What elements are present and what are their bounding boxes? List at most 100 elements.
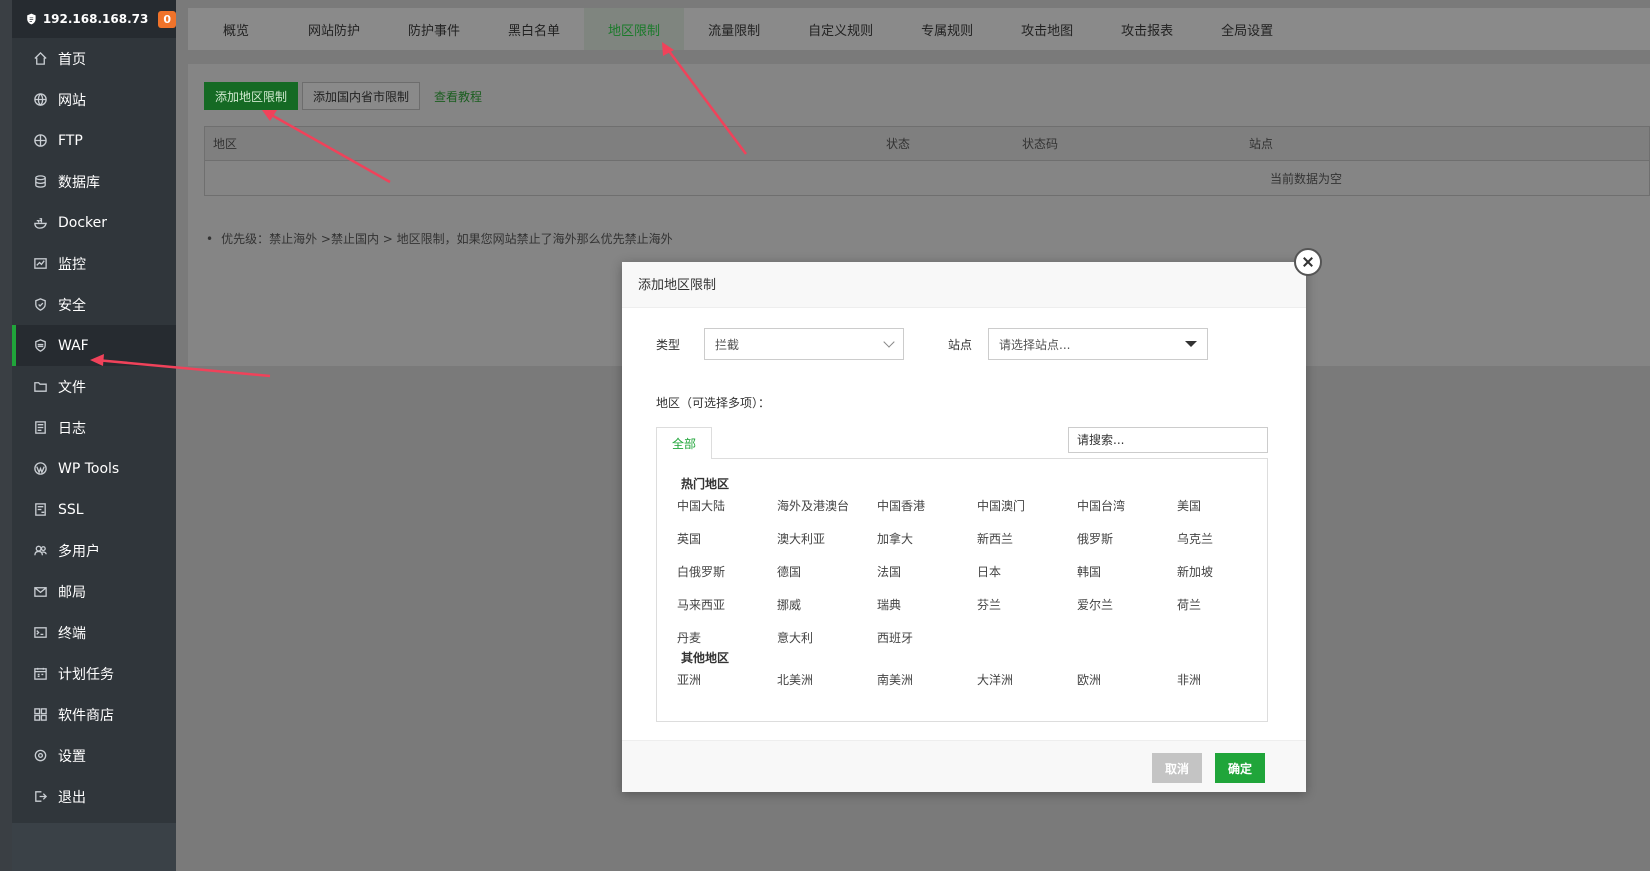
window-edge (0, 0, 12, 871)
sidebar-item-日志[interactable]: 日志 (12, 407, 176, 448)
col-status: 状态 (886, 137, 911, 151)
sidebar-header: 192.168.168.73 0 (12, 0, 176, 38)
tab-0[interactable]: 概览 (188, 8, 284, 50)
sidebar-item-label: 软件商店 (58, 707, 114, 724)
region-option[interactable]: 欧洲 (1077, 663, 1177, 696)
sidebar-item-计划任务[interactable]: 计划任务 (12, 653, 176, 694)
site-select[interactable]: 请选择站点... (988, 328, 1209, 360)
docker-icon (32, 215, 48, 231)
region-option[interactable]: 澳大利亚 (777, 522, 877, 555)
confirm-button[interactable]: 确定 (1215, 753, 1265, 783)
tab-4[interactable]: 地区限制 (584, 8, 685, 50)
region-option[interactable]: 美国 (1177, 489, 1277, 522)
region-option[interactable]: 韩国 (1077, 555, 1177, 588)
logout-icon (32, 789, 48, 805)
sidebar-item-label: 邮局 (58, 584, 86, 601)
region-option[interactable]: 日本 (977, 555, 1077, 588)
tab-6[interactable]: 自定义规则 (784, 8, 897, 50)
add-region-modal: 添加地区限制 类型 拦截 站点 请选择站点... 地区（可选择多项）： 全部 热… (622, 248, 1322, 792)
region-option[interactable]: 海外及港澳台 (777, 489, 877, 522)
sidebar-item-ftp[interactable]: FTP (12, 120, 176, 161)
region-option[interactable]: 非洲 (1177, 663, 1277, 696)
monitor-icon (32, 256, 48, 272)
table-header: 地区 状态 状态码 站点 (205, 127, 1649, 161)
sidebar-item-label: 安全 (58, 297, 86, 314)
region-option[interactable]: 荷兰 (1177, 588, 1277, 621)
region-option[interactable]: 白俄罗斯 (677, 555, 777, 588)
sidebar-item-网站[interactable]: 网站 (12, 79, 176, 120)
sidebar-item-wp-tools[interactable]: WP Tools (12, 448, 176, 489)
region-option[interactable]: 俄罗斯 (1077, 522, 1177, 555)
region-option[interactable]: 法国 (877, 555, 977, 588)
sidebar-item-label: WP Tools (58, 460, 120, 477)
sidebar-item-waf[interactable]: WAF (12, 325, 176, 366)
sidebar-item-监控[interactable]: 监控 (12, 243, 176, 284)
region-option[interactable]: 意大利 (777, 621, 877, 654)
sidebar-item-退出[interactable]: 退出 (12, 776, 176, 817)
region-option[interactable]: 爱尔兰 (1077, 588, 1177, 621)
region-option[interactable]: 瑞典 (877, 588, 977, 621)
region-option[interactable]: 北美洲 (777, 663, 877, 696)
region-option[interactable]: 新西兰 (977, 522, 1077, 555)
region-option[interactable]: 加拿大 (877, 522, 977, 555)
sidebar-item-软件商店[interactable]: 软件商店 (12, 694, 176, 735)
sidebar-item-安全[interactable]: 安全 (12, 284, 176, 325)
region-option[interactable]: 乌克兰 (1177, 522, 1277, 555)
region-option[interactable]: 马来西亚 (677, 588, 777, 621)
sidebar-item-首页[interactable]: 首页 (12, 38, 176, 79)
hot-regions-grid: 中国大陆 海外及港澳台 中国香港 中国澳门 中国台湾 美国英国 澳大利亚 加拿大 新西兰 俄罗斯乌… (677, 489, 1277, 654)
sidebar-item-docker[interactable]: Docker (12, 202, 176, 243)
region-option[interactable]: 中国台湾 (1077, 489, 1177, 522)
region-option[interactable]: 芬兰 (977, 588, 1077, 621)
tab-10[interactable]: 全局设置 (1197, 8, 1297, 50)
mail-icon (32, 584, 48, 600)
sidebar-item-label: 计划任务 (58, 666, 114, 683)
close-icon[interactable] (1294, 248, 1322, 276)
tab-2[interactable]: 防护事件 (384, 8, 484, 50)
priority-tip: 优先级：禁止海外 >禁止国内 > 地区限制，如果您网站禁止了海外那么优先禁止海外 (206, 230, 673, 247)
tab-7[interactable]: 专属规则 (897, 8, 997, 50)
tab-9[interactable]: 攻击报表 (1097, 8, 1197, 50)
type-label: 类型 (656, 337, 681, 352)
region-panel: 热门地区 中国大陆 海外及港澳台 中国香港 中国澳门 中国台湾 美国 英国 澳大利亚 加拿大 新西… (656, 458, 1268, 722)
sidebar-item-设置[interactable]: 设置 (12, 735, 176, 776)
col-status-code: 状态码 (1022, 137, 1059, 151)
notification-badge[interactable]: 0 (158, 10, 176, 28)
site-label: 站点 (948, 337, 973, 352)
sidebar-item-ssl[interactable]: SSL (12, 489, 176, 530)
region-option[interactable]: 中国澳门 (977, 489, 1077, 522)
region-option[interactable]: 中国大陆 (677, 489, 777, 522)
terminal-icon (32, 625, 48, 641)
folder-icon (32, 379, 48, 395)
sidebar-item-邮局[interactable]: 邮局 (12, 571, 176, 612)
region-option[interactable]: 西班牙 (877, 621, 977, 654)
region-option[interactable]: 南美洲 (877, 663, 977, 696)
sidebar-item-label: 退出 (58, 789, 86, 806)
sidebar-item-label: 终端 (58, 625, 86, 642)
add-province-limit-button[interactable]: 添加国内省市限制 (302, 82, 421, 110)
region-option[interactable]: 亚洲 (677, 663, 777, 696)
modal-footer: 取消 确定 (622, 740, 1306, 792)
tab-8[interactable]: 攻击地图 (997, 8, 1097, 50)
tab-1[interactable]: 网站防护 (284, 8, 384, 50)
cancel-button[interactable]: 取消 (1152, 753, 1202, 783)
region-option[interactable]: 中国香港 (877, 489, 977, 522)
tab-3[interactable]: 黑白名单 (484, 8, 584, 50)
sidebar-item-终端[interactable]: 终端 (12, 612, 176, 653)
region-option[interactable]: 挪威 (777, 588, 877, 621)
region-option[interactable]: 德国 (777, 555, 877, 588)
region-search-input[interactable] (1068, 427, 1268, 453)
tab-5[interactable]: 流量限制 (684, 8, 784, 50)
region-option[interactable]: 英国 (677, 522, 777, 555)
region-option[interactable]: 新加坡 (1177, 555, 1277, 588)
sidebar-item-多用户[interactable]: 多用户 (12, 530, 176, 571)
type-select[interactable]: 拦截 (704, 328, 905, 360)
sidebar-item-label: FTP (58, 132, 83, 149)
add-region-limit-button[interactable]: 添加地区限制 (204, 82, 299, 110)
tutorial-link[interactable]: 查看教程 (434, 88, 482, 105)
table-empty-row: 当前数据为空 (205, 161, 1649, 195)
sidebar-item-文件[interactable]: 文件 (12, 366, 176, 407)
region-option[interactable]: 大洋洲 (977, 663, 1077, 696)
tab-all-regions[interactable]: 全部 (656, 427, 712, 459)
sidebar-item-数据库[interactable]: 数据库 (12, 161, 176, 202)
